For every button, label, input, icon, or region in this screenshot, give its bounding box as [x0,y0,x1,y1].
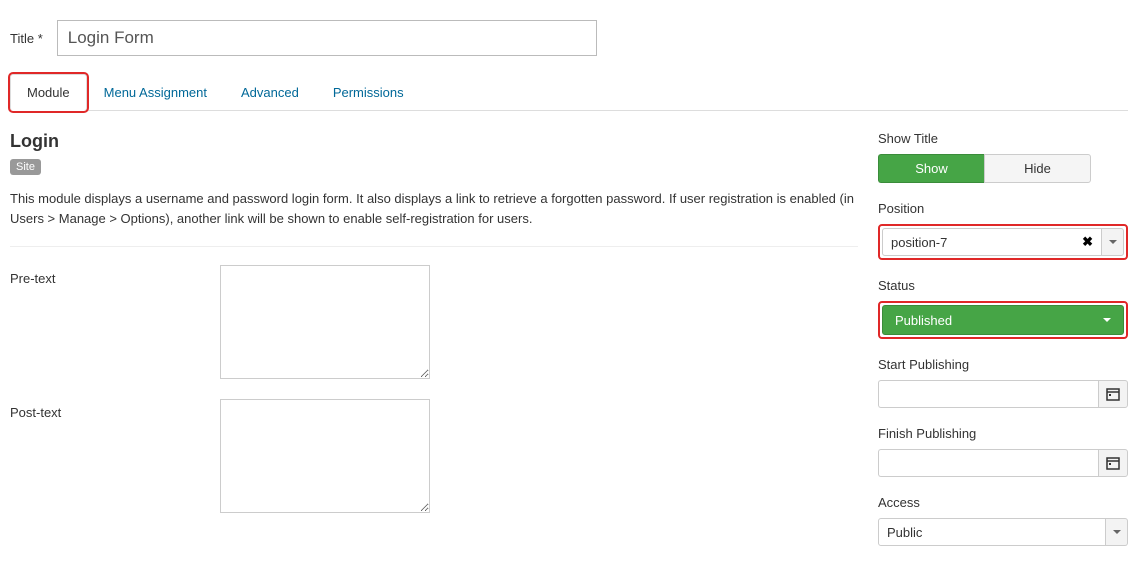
access-label: Access [878,495,1128,510]
position-dropdown-button[interactable] [1102,228,1124,256]
access-value: Public [887,525,922,540]
chevron-down-icon [1113,530,1121,534]
access-select[interactable]: Public [878,518,1128,546]
status-label: Status [878,278,1128,293]
title-input[interactable] [57,20,597,56]
show-title-hide-button[interactable]: Hide [984,154,1091,183]
calendar-icon [1106,456,1120,470]
show-title-show-button[interactable]: Show [878,154,984,183]
module-heading: Login [10,131,858,152]
start-publishing-label: Start Publishing [878,357,1128,372]
chevron-down-icon [1109,240,1117,244]
show-title-label: Show Title [878,131,1128,146]
show-title-toggle: Show Hide [878,154,1091,183]
finish-publishing-input[interactable] [878,449,1098,477]
divider [10,246,858,247]
tab-bar: Module Menu Assignment Advanced Permissi… [10,74,1128,111]
tab-module[interactable]: Module [10,74,87,111]
post-text-input[interactable] [220,399,430,513]
tab-menu-assignment[interactable]: Menu Assignment [87,74,224,111]
access-dropdown-button[interactable] [1106,518,1128,546]
pre-text-label: Pre-text [10,265,220,379]
status-select[interactable]: Published [882,305,1124,335]
pre-text-input[interactable] [220,265,430,379]
site-badge: Site [10,159,41,175]
tab-permissions[interactable]: Permissions [316,74,421,111]
position-clear-icon[interactable]: ✖ [1082,234,1093,250]
position-value: position-7 [891,235,947,250]
title-label: Title * [10,31,43,46]
start-publishing-input[interactable] [878,380,1098,408]
chevron-down-icon [1103,318,1111,322]
calendar-icon [1106,387,1120,401]
module-description: This module displays a username and pass… [10,189,858,228]
position-select[interactable]: position-7 ✖ [882,228,1124,256]
start-publishing-calendar-button[interactable] [1098,380,1128,408]
tab-advanced[interactable]: Advanced [224,74,316,111]
finish-publishing-label: Finish Publishing [878,426,1128,441]
status-value: Published [895,313,952,328]
post-text-label: Post-text [10,399,220,513]
finish-publishing-calendar-button[interactable] [1098,449,1128,477]
position-label: Position [878,201,1128,216]
